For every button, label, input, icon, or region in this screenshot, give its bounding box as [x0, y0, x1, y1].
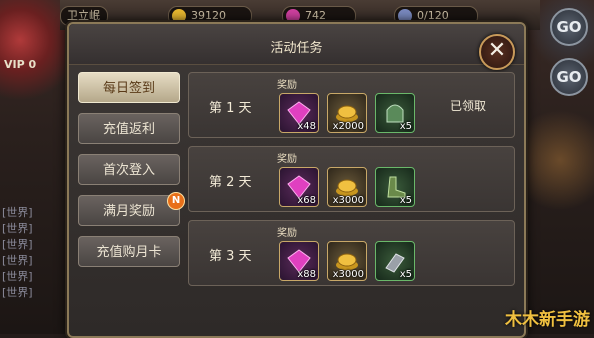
reward-label: 奖励: [277, 80, 297, 91]
tab-label: 满月奖励: [102, 204, 155, 219]
new-badge: N: [167, 192, 185, 210]
day-label: 第 3 天: [209, 249, 252, 264]
day-label: 第 1 天: [209, 101, 252, 116]
chat-feed[interactable]: [世界] [世界] [世界] [世界] [世界] [世界]: [2, 205, 62, 301]
reward-item-gem[interactable]: x68: [279, 167, 319, 207]
reward-label: 奖励: [277, 228, 297, 239]
go-button-normal[interactable]: GO: [550, 8, 588, 46]
tab-full-moon-reward[interactable]: 满月奖励 N: [78, 192, 185, 226]
panel-title: 活动任务: [270, 41, 323, 56]
reward-item-gold[interactable]: x3000: [327, 167, 367, 207]
reward-row-day1[interactable]: 奖励 第 1 天 x48 x2000 x5 已领取: [188, 72, 515, 138]
close-button[interactable]: ✕: [479, 34, 515, 70]
chat-line: [世界]: [2, 254, 33, 267]
item-qty: x5: [399, 195, 412, 206]
reward-item-gold[interactable]: x3000: [327, 241, 367, 281]
tab-monthly-card[interactable]: 充值购月卡: [78, 236, 180, 267]
tab-first-login[interactable]: 首次登入: [78, 154, 180, 185]
reward-row-day3[interactable]: 奖励 第 3 天 x88 x3000 x5: [188, 220, 515, 286]
reward-row-day2[interactable]: 奖励 第 2 天 x68 x3000 x5: [188, 146, 515, 212]
tab-list: 每日签到 充值返利 首次登入 满月奖励 N 充值购月卡: [78, 72, 185, 277]
reward-item-gem[interactable]: x88: [279, 241, 319, 281]
tab-recharge-rebate[interactable]: 充值返利: [78, 113, 180, 144]
reward-item-boots[interactable]: x5: [375, 167, 415, 207]
claimed-status: 已领取: [449, 99, 486, 113]
reward-item-helmet[interactable]: x5: [375, 93, 415, 133]
chat-line: [世界]: [2, 238, 33, 251]
reward-item-gem[interactable]: x48: [279, 93, 319, 133]
tab-daily-signin[interactable]: 每日签到: [78, 72, 180, 103]
day-label: 第 2 天: [209, 175, 252, 190]
watermark: 木木新手游: [505, 310, 590, 330]
energy-value: 0/120: [417, 9, 449, 22]
item-qty: x5: [399, 121, 412, 132]
chat-line: [世界]: [2, 286, 33, 299]
item-qty: x48: [297, 121, 316, 132]
gold-coin-icon: [172, 9, 186, 23]
reward-list: 奖励 第 1 天 x48 x2000 x5 已领取 奖励 第 2 天 x68 x…: [188, 72, 515, 294]
item-qty: x2000: [332, 121, 364, 132]
chat-line: [世界]: [2, 206, 33, 219]
item-qty: x3000: [332, 269, 364, 280]
go-button-elite[interactable]: GO: [550, 58, 588, 96]
tab-label: 充值购月卡: [96, 245, 162, 260]
panel-header: 活动任务: [69, 24, 524, 65]
chat-line: [世界]: [2, 222, 33, 235]
reward-label: 奖励: [277, 154, 297, 165]
chat-line: [世界]: [2, 270, 33, 283]
close-icon: ✕: [487, 38, 507, 63]
gem-icon: [286, 9, 300, 23]
reward-item-gold[interactable]: x2000: [327, 93, 367, 133]
vip-level[interactable]: VIP 0: [4, 58, 36, 71]
item-qty: x88: [297, 269, 316, 280]
gem-value: 742: [305, 9, 326, 22]
tab-label: 每日签到: [102, 81, 155, 96]
tab-label: 首次登入: [102, 163, 155, 178]
item-qty: x5: [399, 269, 412, 280]
item-qty: x3000: [332, 195, 364, 206]
tab-label: 充值返利: [102, 122, 155, 137]
energy-icon: [398, 9, 412, 23]
item-qty: x68: [297, 195, 316, 206]
gold-value: 39120: [191, 9, 226, 22]
reward-item-gauntlet[interactable]: x5: [375, 241, 415, 281]
